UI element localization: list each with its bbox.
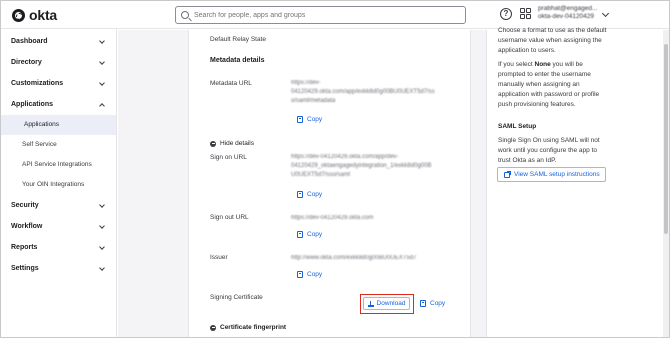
hide-details-toggle[interactable]: Hide details [210,140,254,147]
copy-label: Copy [307,116,323,123]
sign-on-url-label: Sign on URL [210,154,247,161]
sidebar-item-label: Directory [11,59,42,66]
copy-certificate-button[interactable]: Copy [420,300,445,307]
none-option-help: If you select None you will be prompted … [498,61,600,108]
sidebar-item-applications[interactable]: Applications [1,94,116,115]
chevron-down-icon [99,244,105,250]
chevron-down-icon [99,38,105,44]
issuer-label: Issuer [210,254,228,261]
username-format-help: Choose a format to use as the default us… [498,27,607,54]
sidebar: Dashboard Directory Customizations Appli… [1,29,117,337]
sidebar-item-directory[interactable]: Directory [1,52,116,73]
download-icon [367,300,374,307]
sidebar-item-label: Customizations [11,80,64,87]
download-label: Download [376,300,406,307]
sidebar-item-label: Applications [11,101,54,108]
app-grid-icon[interactable] [520,8,531,19]
search-bar[interactable] [175,6,466,24]
copy-label: Copy [307,271,323,278]
user-org: okta-dev-04120429 [538,13,595,20]
download-highlight: Download [360,294,414,314]
copy-metadata-url-button[interactable]: Copy [297,116,322,123]
copy-label: Copy [307,191,323,198]
copy-issuer-button[interactable]: Copy [297,271,322,278]
sidebar-item-customizations[interactable]: Customizations [1,73,116,94]
certificate-fingerprint-label: Certificate fingerprint [220,324,287,331]
sidebar-item-label: Workflow [11,223,43,230]
main-content: Default Relay State Metadata details Met… [118,27,669,337]
signing-certificate-label: Signing Certificate [210,294,263,301]
help-icon[interactable]: ? [500,8,512,20]
certificate-fingerprint-toggle[interactable]: Certificate fingerprint [210,324,286,331]
copy-label: Copy [430,300,446,307]
metadata-url-value: https://dev- 04120429.okta.com/app/exkk8… [291,80,435,104]
sidebar-item-security[interactable]: Security [1,195,116,216]
copy-label: Copy [307,231,323,238]
saml-setup-heading: SAML Setup [498,123,537,130]
search-icon [181,11,189,19]
metadata-details-heading: Metadata details [210,57,265,64]
copy-sign-out-url-button[interactable]: Copy [297,231,322,238]
sidebar-item-settings[interactable]: Settings [1,258,116,279]
hide-details-label: Hide details [220,140,254,147]
copy-icon [297,271,303,278]
user-menu[interactable]: prabhat@engaged... okta-dev-04120429 [538,5,597,21]
chevron-down-icon[interactable] [601,9,610,18]
logo-text: okta [29,7,57,23]
chevron-down-icon [99,223,105,229]
metadata-url-label: Metadata URL [210,80,252,87]
sidebar-subitem-oin-integrations[interactable]: Your OIN Integrations [1,175,116,195]
sidebar-item-dashboard[interactable]: Dashboard [1,31,116,52]
chevron-down-icon [99,80,105,86]
sidebar-item-label: Security [11,202,39,209]
minus-circle-icon [210,324,216,331]
chevron-down-icon [99,59,105,65]
copy-icon [297,231,303,238]
okta-logo-icon [12,8,25,22]
scrollbar-thumb[interactable] [664,44,668,234]
okta-logo[interactable]: okta [12,7,57,23]
user-email: prabhat@engaged... [538,5,598,12]
sign-out-url-label: Sign out URL [210,214,249,221]
chevron-up-icon [99,103,105,109]
external-link-icon [504,170,511,178]
app-window: okta ? prabhat@engaged... okta-dev-04120… [0,0,670,338]
sidebar-item-label: Settings [11,265,39,272]
scrollbar[interactable] [663,30,669,337]
sidebar-item-workflow[interactable]: Workflow [1,216,116,237]
view-saml-setup-button[interactable]: View SAML setup instructions [497,167,606,182]
download-certificate-button[interactable]: Download [363,297,410,310]
issuer-value: http://www.okta.com/exkk8d0g00BU0UEXT5d7 [291,255,417,261]
minus-circle-icon [210,140,216,147]
sidebar-item-label: Dashboard [11,38,48,45]
copy-sign-on-url-button[interactable]: Copy [297,191,322,198]
copy-icon [420,300,426,307]
sidebar-item-reports[interactable]: Reports [1,237,116,258]
chevron-down-icon [99,265,105,271]
sign-on-url-value: https://dev-04120429.okta.com/app/dev- 0… [291,154,432,178]
top-header: okta ? prabhat@engaged... okta-dev-04120… [1,1,669,29]
sidebar-item-label: Reports [11,244,38,251]
help-panel: Choose a format to use as the default us… [486,27,669,337]
copy-icon [297,116,303,123]
sidebar-subitem-self-service[interactable]: Self Service [1,135,116,155]
chevron-down-icon [99,202,105,208]
saml-settings-card: Default Relay State Metadata details Met… [188,30,471,337]
default-relay-state-label: Default Relay State [210,36,267,43]
sidebar-subitem-applications[interactable]: Applications [1,115,116,135]
sign-out-url-value: https://dev-04120429.okta.com [291,215,374,221]
copy-icon [297,191,303,198]
search-input[interactable] [194,11,454,19]
sidebar-subitem-api-service-integrations[interactable]: API Service Integrations [1,155,116,175]
view-saml-setup-label: View SAML setup instructions [514,171,600,178]
saml-setup-help: Single Sign On using SAML will not work … [498,137,600,164]
